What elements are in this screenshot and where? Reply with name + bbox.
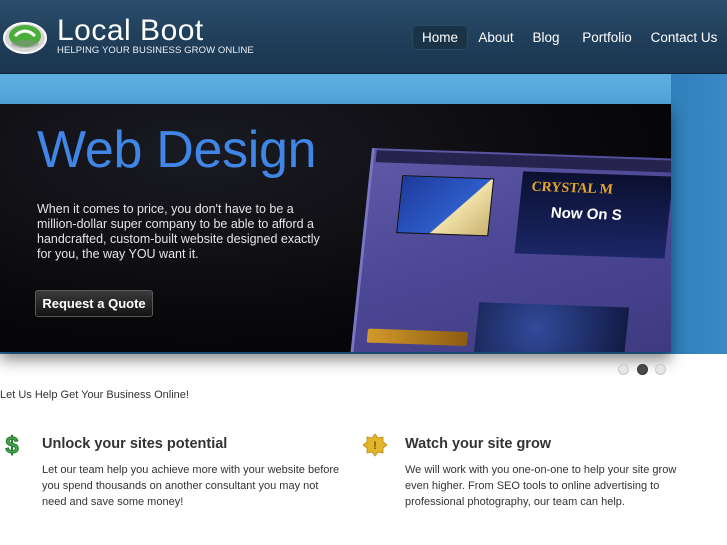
- logo-title[interactable]: Local Boot: [57, 14, 204, 48]
- nav-portfolio[interactable]: Portfolio: [579, 25, 635, 50]
- logo-tagline: HELPING YOUR BUSINESS GROW ONLINE: [57, 45, 254, 56]
- mockup-book-image: [396, 175, 495, 237]
- feature-title: Watch your site grow: [405, 436, 552, 452]
- nav-about[interactable]: About: [476, 25, 516, 50]
- mockup-cover-image: [472, 302, 630, 352]
- nav-home[interactable]: Home: [412, 25, 468, 50]
- svg-text:!: !: [373, 440, 377, 452]
- logo-icon[interactable]: [2, 16, 48, 56]
- page-tagline: Let Us Help Get Your Business Online!: [0, 389, 189, 401]
- slider-dot-3[interactable]: [655, 364, 666, 375]
- slider-dot-1[interactable]: [618, 364, 629, 375]
- site-header: Local Boot HELPING YOUR BUSINESS GROW ON…: [0, 0, 727, 74]
- feature-text: We will work with you one-on-one to help…: [405, 464, 677, 508]
- mockup-brand-graphic: CRYSTAL M: [530, 179, 614, 198]
- slider-dot-2[interactable]: [637, 364, 648, 375]
- nav-contact-us[interactable]: Contact Us: [649, 25, 719, 50]
- mockup-heading-graphic: Now On S: [549, 204, 623, 224]
- nav-blog[interactable]: Blog: [530, 25, 562, 50]
- mockup-menu-row: [366, 328, 469, 347]
- slide-title: Web Design: [37, 121, 317, 179]
- request-quote-button[interactable]: Request a Quote: [35, 290, 153, 317]
- slide-text: When it comes to price, you don't have t…: [37, 202, 320, 261]
- badge-icon: !: [363, 433, 387, 457]
- mockup-banner: CRYSTAL M Now On S: [514, 171, 671, 259]
- feature-text: Let our team help you achieve more with …: [42, 464, 340, 508]
- website-mockup-image: CRYSTAL M Now On S: [347, 148, 671, 352]
- banner-band-edge: [671, 74, 727, 354]
- feature-title: Unlock your sites potential: [42, 436, 228, 452]
- hero-slide[interactable]: CRYSTAL M Now On S Web Design When it co…: [0, 104, 671, 352]
- svg-text:$: $: [5, 432, 19, 456]
- dollar-icon: $: [5, 432, 20, 456]
